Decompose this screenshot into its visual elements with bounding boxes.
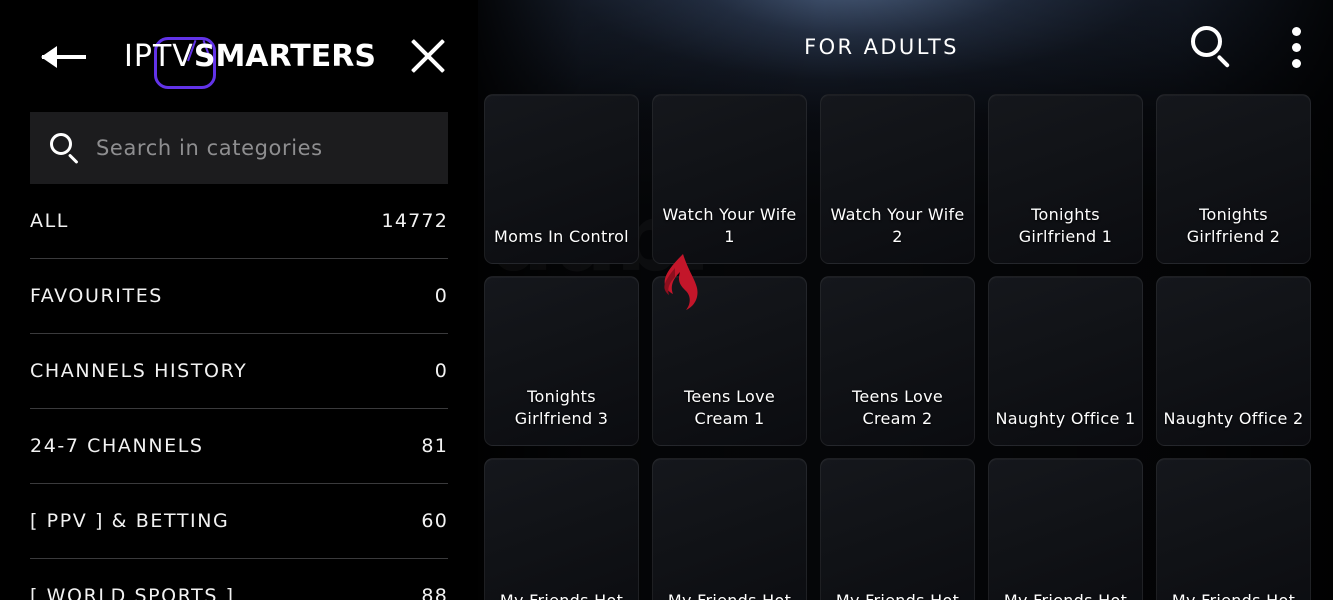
content-tile[interactable]: My Friends Hot (820, 458, 975, 600)
content-tile-label: Watch Your Wife 1 (662, 204, 797, 247)
content-tile-label: My Friends Hot (832, 590, 963, 600)
content-tile-label: Teens Love Cream 2 (851, 386, 944, 429)
category-row[interactable]: FAVOURITES 0 (30, 259, 448, 334)
menu-dot (1291, 42, 1301, 52)
category-label: ALL (30, 210, 69, 232)
back-arrow-icon[interactable] (34, 36, 92, 76)
search-placeholder: Search in categories (96, 136, 323, 160)
content-tile[interactable]: Watch Your Wife 2 (820, 94, 975, 264)
search-icon-handle (67, 153, 79, 165)
content-tile[interactable]: Tonights Girlfriend 3 (484, 276, 639, 446)
menu-dot (1291, 26, 1301, 36)
content-tile-label: Watch Your Wife 2 (830, 204, 965, 247)
content-tile-label: Moms In Control (494, 227, 629, 247)
category-count: 81 (421, 435, 448, 457)
category-label: [ WORLD SPORTS ] (30, 585, 235, 600)
search-icon[interactable] (1189, 24, 1235, 70)
app-logo: IPTV SMARTERS (96, 16, 404, 96)
content-tile[interactable]: Moms In Control (484, 94, 639, 264)
content-tile[interactable]: My Friends Hot (484, 458, 639, 600)
content-header: FOR ADULTS (478, 0, 1333, 94)
content-tile-label: My Friends Hot (496, 590, 627, 600)
category-row[interactable]: [ PPV ] & BETTING 60 (30, 484, 448, 559)
category-count: 14772 (381, 210, 448, 232)
category-count: 0 (434, 360, 448, 382)
app-logo-inner: IPTV SMARTERS (124, 19, 376, 93)
category-tile-grid: Moms In Control Watch Your Wife 1 Watch Yo… (478, 94, 1333, 600)
content-tile[interactable]: Tonights Girlfriend 1 (988, 94, 1143, 264)
search-categories-input[interactable]: Search in categories (30, 112, 448, 184)
content-tile-label: Tonights Girlfriend 3 (514, 386, 609, 429)
category-list: ALL 14772 FAVOURITES 0 CHANNELS HISTORY 0 24-7… (0, 184, 478, 600)
content-tile-label: Teens Love Cream 1 (683, 386, 776, 429)
search-icon-handle (1216, 54, 1231, 69)
category-row[interactable]: 24-7 CHANNELS 81 (30, 409, 448, 484)
content-tile[interactable]: My Friends Hot (988, 458, 1143, 600)
brand-name-part2: SMARTERS (193, 38, 376, 74)
categories-sidebar: IPTV SMARTERS Search in categories ALL 147… (0, 0, 478, 600)
content-tile[interactable]: Naughty Office 1 (988, 276, 1143, 446)
content-tile[interactable]: Teens Love Cream 2 (820, 276, 975, 446)
content-panel: dubi FOR ADULTS Moms In ControlWatch You… (478, 0, 1333, 600)
overflow-menu-icon[interactable] (1283, 24, 1309, 70)
content-tile[interactable]: Watch Your Wife 1 (652, 94, 807, 264)
category-row[interactable]: ALL 14772 (30, 184, 448, 259)
search-icon-ring (50, 133, 72, 155)
category-label: CHANNELS HISTORY (30, 360, 248, 382)
content-tile-label: My Friends Hot (1000, 590, 1131, 600)
sidebar-header: IPTV SMARTERS (0, 0, 478, 112)
category-row[interactable]: [ WORLD SPORTS ] 88 (30, 559, 448, 600)
content-tile[interactable]: Teens Love Cream 1 (652, 276, 807, 446)
category-label: FAVOURITES (30, 285, 163, 307)
content-tile[interactable]: My Friends Hot (652, 458, 807, 600)
search-icon (48, 131, 82, 165)
search-icon-ring (1191, 26, 1222, 57)
content-tile-label: My Friends Hot (1168, 590, 1299, 600)
app-root: IPTV SMARTERS Search in categories ALL 147… (0, 0, 1333, 600)
category-row[interactable]: CHANNELS HISTORY 0 (30, 334, 448, 409)
content-tile-label: Naughty Office 1 (995, 409, 1136, 429)
category-label: [ PPV ] & BETTING (30, 510, 230, 532)
category-count: 88 (421, 585, 448, 600)
category-label: 24-7 CHANNELS (30, 435, 204, 457)
content-tile[interactable]: Tonights Girlfriend 2 (1156, 94, 1311, 264)
category-count: 60 (421, 510, 448, 532)
content-tile-label: Tonights Girlfriend 1 (1018, 204, 1113, 247)
content-tile-label: Tonights Girlfriend 2 (1186, 204, 1281, 247)
back-arrow-head (41, 46, 57, 68)
close-icon[interactable] (404, 32, 452, 80)
header-actions (1189, 24, 1309, 70)
category-count: 0 (434, 285, 448, 307)
menu-dot (1291, 58, 1301, 68)
app-logo-text: IPTV SMARTERS (124, 19, 376, 93)
content-tile[interactable]: Naughty Office 2 (1156, 276, 1311, 446)
content-tile-label: My Friends Hot (664, 590, 795, 600)
brand-name-part1: IPTV (124, 38, 194, 74)
content-tile-label: Naughty Office 2 (1163, 409, 1304, 429)
content-tile[interactable]: My Friends Hot (1156, 458, 1311, 600)
